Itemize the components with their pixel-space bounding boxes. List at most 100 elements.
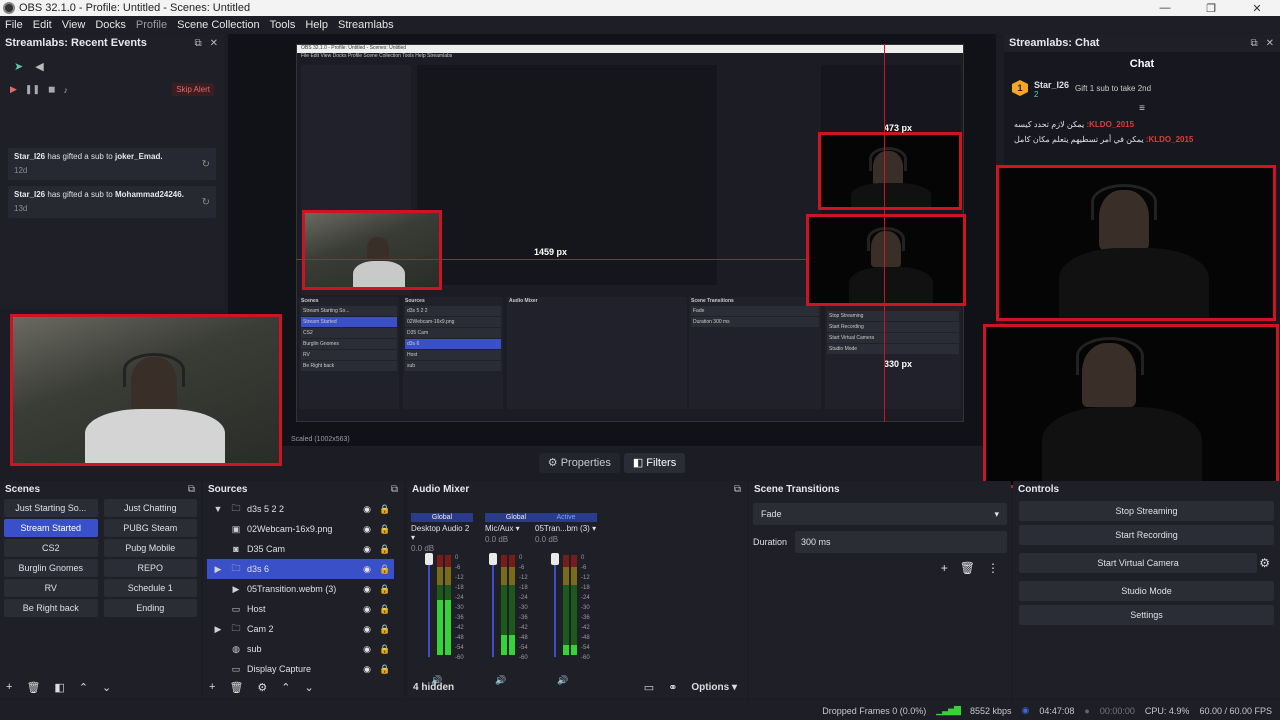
add-transition-button[interactable]: + xyxy=(941,561,948,575)
close-dock-icon[interactable]: ✕ xyxy=(1266,38,1274,49)
scene-item[interactable]: Pubg Mobile xyxy=(103,539,197,557)
webcam-overlay-a[interactable] xyxy=(818,132,962,210)
source-item[interactable]: ▭ Host ◉ 🔒 xyxy=(207,599,394,619)
scene-item[interactable]: RV xyxy=(4,579,98,597)
minimize-button[interactable]: — xyxy=(1142,2,1188,15)
mute-icon[interactable]: ◼ xyxy=(48,84,55,95)
scene-item[interactable]: REPO xyxy=(103,559,197,577)
webcam-overlay-chat-b[interactable] xyxy=(983,324,1279,488)
filters-tab[interactable]: ◧ Filters xyxy=(623,453,686,473)
fader-knob[interactable] xyxy=(425,553,433,565)
source-item[interactable]: ◙ D35 Cam ◉ 🔒 xyxy=(207,539,394,559)
add-source-button[interactable]: + xyxy=(209,681,215,693)
menu-help[interactable]: Help xyxy=(300,19,333,31)
volume-fader[interactable] xyxy=(489,553,497,657)
move-down-button[interactable]: ⌄ xyxy=(305,681,314,694)
scene-item[interactable]: Burglin Gnomes xyxy=(4,559,98,577)
source-settings-button[interactable]: ⚙ xyxy=(257,681,267,694)
menu-profile[interactable]: Profile xyxy=(131,19,172,31)
visibility-eye-icon[interactable]: ◉ xyxy=(358,564,376,575)
expand-icon[interactable]: ▶ xyxy=(211,624,225,635)
lock-icon[interactable]: 🔒 xyxy=(376,584,394,595)
lock-icon[interactable]: 🔒 xyxy=(376,644,394,655)
visibility-eye-icon[interactable]: ◉ xyxy=(358,644,376,655)
move-up-button[interactable]: ⌃ xyxy=(281,681,290,694)
menu-edit[interactable]: Edit xyxy=(28,19,57,31)
source-item[interactable]: ▶ 🗀 d3s 6 ◉ 🔒 xyxy=(207,559,394,579)
move-down-button[interactable]: ⌄ xyxy=(102,681,111,694)
duration-input[interactable]: 300 ms xyxy=(795,531,1007,553)
remove-source-button[interactable]: 🗑 xyxy=(229,681,243,694)
visibility-eye-icon[interactable]: ◉ xyxy=(358,604,376,615)
webcam-overlay-main[interactable] xyxy=(10,314,282,466)
lock-icon[interactable]: 🔒 xyxy=(376,564,394,575)
hidden-count[interactable]: 4 hidden xyxy=(413,682,454,693)
play-icon[interactable]: ▶ xyxy=(10,84,17,95)
expand-icon[interactable]: ▼ xyxy=(211,504,225,514)
lock-icon[interactable]: 🔒 xyxy=(376,664,394,675)
webcam-overlay-nested[interactable] xyxy=(302,210,442,290)
lock-icon[interactable]: 🔒 xyxy=(376,544,394,555)
start-recording-button[interactable]: Start Recording xyxy=(1019,525,1274,545)
start-virtual-camera-button[interactable]: Start Virtual Camera xyxy=(1019,553,1258,573)
webcam-overlay-chat-a[interactable] xyxy=(996,165,1276,321)
remove-transition-button[interactable]: 🗑 xyxy=(960,561,975,575)
channel-name[interactable]: Desktop Audio 2 ▾ xyxy=(411,524,473,542)
close-button[interactable]: ✕ xyxy=(1234,2,1280,15)
menu-file[interactable]: File xyxy=(0,19,28,31)
options-button[interactable]: Options ▾ xyxy=(691,682,737,693)
source-item[interactable]: ▣ 02Webcam-16x9.png ◉ 🔒 xyxy=(207,519,394,539)
float-icon[interactable]: ⧉ xyxy=(391,484,398,495)
menu-docks[interactable]: Docks xyxy=(90,19,131,31)
send-icon[interactable]: ➤ xyxy=(14,60,23,73)
lock-icon[interactable]: 🔒 xyxy=(376,624,394,635)
scene-item[interactable]: Ending xyxy=(103,599,197,617)
scene-item[interactable]: Schedule 1 xyxy=(103,579,197,597)
channel-name[interactable]: 05Tran...bm (3) ▾ xyxy=(535,524,597,533)
pause-icon[interactable]: ❚❚ xyxy=(25,84,40,95)
volume-fader[interactable] xyxy=(551,553,559,657)
fader-knob[interactable] xyxy=(551,553,559,565)
source-item[interactable]: ▼ 🗀 d3s 5 2 2 ◉ 🔒 xyxy=(207,499,394,519)
move-up-button[interactable]: ⌃ xyxy=(79,681,88,694)
visibility-eye-icon[interactable]: ◉ xyxy=(358,504,376,515)
float-icon[interactable]: ⧉ xyxy=(188,484,195,495)
scaled-label[interactable]: Scaled (1002x563) xyxy=(291,436,350,443)
lock-icon[interactable]: 🔒 xyxy=(376,524,394,535)
remove-scene-button[interactable]: 🗑 xyxy=(26,681,40,694)
scene-item[interactable]: Just Starting So... xyxy=(4,499,98,517)
menu-view[interactable]: View xyxy=(57,19,91,31)
collapse-icon[interactable]: ≡ xyxy=(1004,103,1280,114)
visibility-eye-icon[interactable]: ◉ xyxy=(358,544,376,555)
replay-icon[interactable]: ↻ xyxy=(202,198,210,208)
fader-knob[interactable] xyxy=(489,553,497,565)
scene-item[interactable]: Be Right back xyxy=(4,599,98,617)
add-scene-button[interactable]: + xyxy=(6,681,12,693)
float-icon[interactable]: ⧉ xyxy=(194,38,201,49)
menu-tools[interactable]: Tools xyxy=(265,19,301,31)
transition-menu-button[interactable]: ⋮ xyxy=(987,561,999,575)
visibility-eye-icon[interactable]: ◉ xyxy=(358,624,376,635)
scene-item[interactable]: Stream Started xyxy=(4,519,98,537)
settings-button[interactable]: Settings xyxy=(1019,605,1274,625)
expand-icon[interactable]: ▶ xyxy=(211,564,225,575)
properties-tab[interactable]: ⚙ Properties xyxy=(538,453,620,473)
link-icon[interactable]: ⚭ xyxy=(668,681,677,694)
float-icon[interactable]: ⧉ xyxy=(1250,38,1257,49)
replay-icon[interactable]: ↻ xyxy=(202,160,210,170)
scene-item[interactable]: Just Chatting xyxy=(103,499,197,517)
webcam-overlay-b[interactable] xyxy=(806,214,966,306)
layout-icon[interactable]: ▭ xyxy=(644,681,654,694)
source-item[interactable]: ▶ 🗀 Cam 2 ◉ 🔒 xyxy=(207,619,394,639)
menu-scene-collection[interactable]: Scene Collection xyxy=(172,19,265,31)
visibility-eye-icon[interactable]: ◉ xyxy=(358,664,376,675)
source-item[interactable]: ◍ sub ◉ 🔒 xyxy=(207,639,394,659)
skip-alert-button[interactable]: Skip Alert xyxy=(172,83,214,96)
scene-item[interactable]: CS2 xyxy=(4,539,98,557)
menu-streamlabs[interactable]: Streamlabs xyxy=(333,19,399,31)
studio-mode-button[interactable]: Studio Mode xyxy=(1019,581,1274,601)
scene-filters-button[interactable]: ◧ xyxy=(54,681,64,694)
megaphone-icon[interactable]: ◀ xyxy=(35,60,43,73)
virtual-camera-settings-icon[interactable]: ⚙ xyxy=(1259,556,1270,570)
float-icon[interactable]: ⧉ xyxy=(734,484,741,495)
